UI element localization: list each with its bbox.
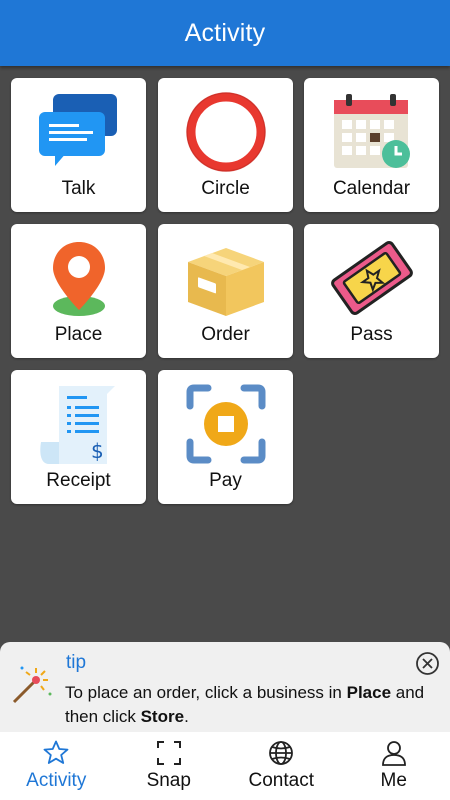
magic-wand-icon xyxy=(12,666,52,704)
scan-frame-icon xyxy=(156,741,181,765)
map-pin-icon xyxy=(53,242,105,316)
tab-label: Snap xyxy=(146,770,191,791)
star-icon xyxy=(43,740,69,764)
chat-bubbles-icon xyxy=(39,94,117,166)
tile-label: Place xyxy=(54,324,103,345)
tile-label: Receipt xyxy=(46,470,111,491)
scan-pay-icon xyxy=(186,384,266,464)
tile-circle[interactable]: Circle xyxy=(158,78,293,212)
tile-label: Calendar xyxy=(332,178,411,199)
tip-text: To place an order, click a business in P… xyxy=(65,683,425,726)
tile-pass[interactable]: Pass xyxy=(304,224,439,358)
receipt-icon: $ xyxy=(40,386,115,464)
tile-place[interactable]: Place xyxy=(11,224,146,358)
ticket-icon xyxy=(331,241,413,315)
tile-order[interactable]: Order xyxy=(158,224,293,358)
tab-snap[interactable]: Snap xyxy=(113,732,226,800)
person-icon xyxy=(381,741,406,766)
calendar-clock-icon xyxy=(334,94,410,168)
tile-calendar[interactable]: Calendar xyxy=(304,78,439,212)
tile-label: Talk xyxy=(61,178,96,199)
tab-me[interactable]: Me xyxy=(338,732,450,800)
tile-receipt[interactable]: $ Receipt xyxy=(11,370,146,504)
page-title: Activity xyxy=(184,18,266,47)
tile-label: Order xyxy=(201,324,250,345)
tab-label: Me xyxy=(380,770,407,791)
tile-label: Pay xyxy=(209,470,242,491)
package-box-icon xyxy=(188,248,264,316)
bottom-tab-bar: Activity Snap Contact Me xyxy=(0,732,450,800)
tile-talk[interactable]: Talk xyxy=(11,78,146,212)
tile-label: Circle xyxy=(201,178,250,199)
tab-activity[interactable]: Activity xyxy=(0,732,113,800)
circle-ring-icon xyxy=(186,92,266,172)
app-header: Activity xyxy=(0,0,450,66)
tip-panel: tip To place an order, click a business … xyxy=(0,642,450,732)
globe-icon xyxy=(269,741,294,765)
svg-text:$: $ xyxy=(91,439,104,463)
tab-label: Activity xyxy=(26,770,87,791)
tile-label: Pass xyxy=(350,324,393,345)
tab-contact[interactable]: Contact xyxy=(225,732,338,800)
close-icon[interactable] xyxy=(415,651,440,676)
tab-label: Contact xyxy=(248,770,314,791)
tile-pay[interactable]: Pay xyxy=(158,370,293,504)
tip-title: tip xyxy=(66,652,87,673)
